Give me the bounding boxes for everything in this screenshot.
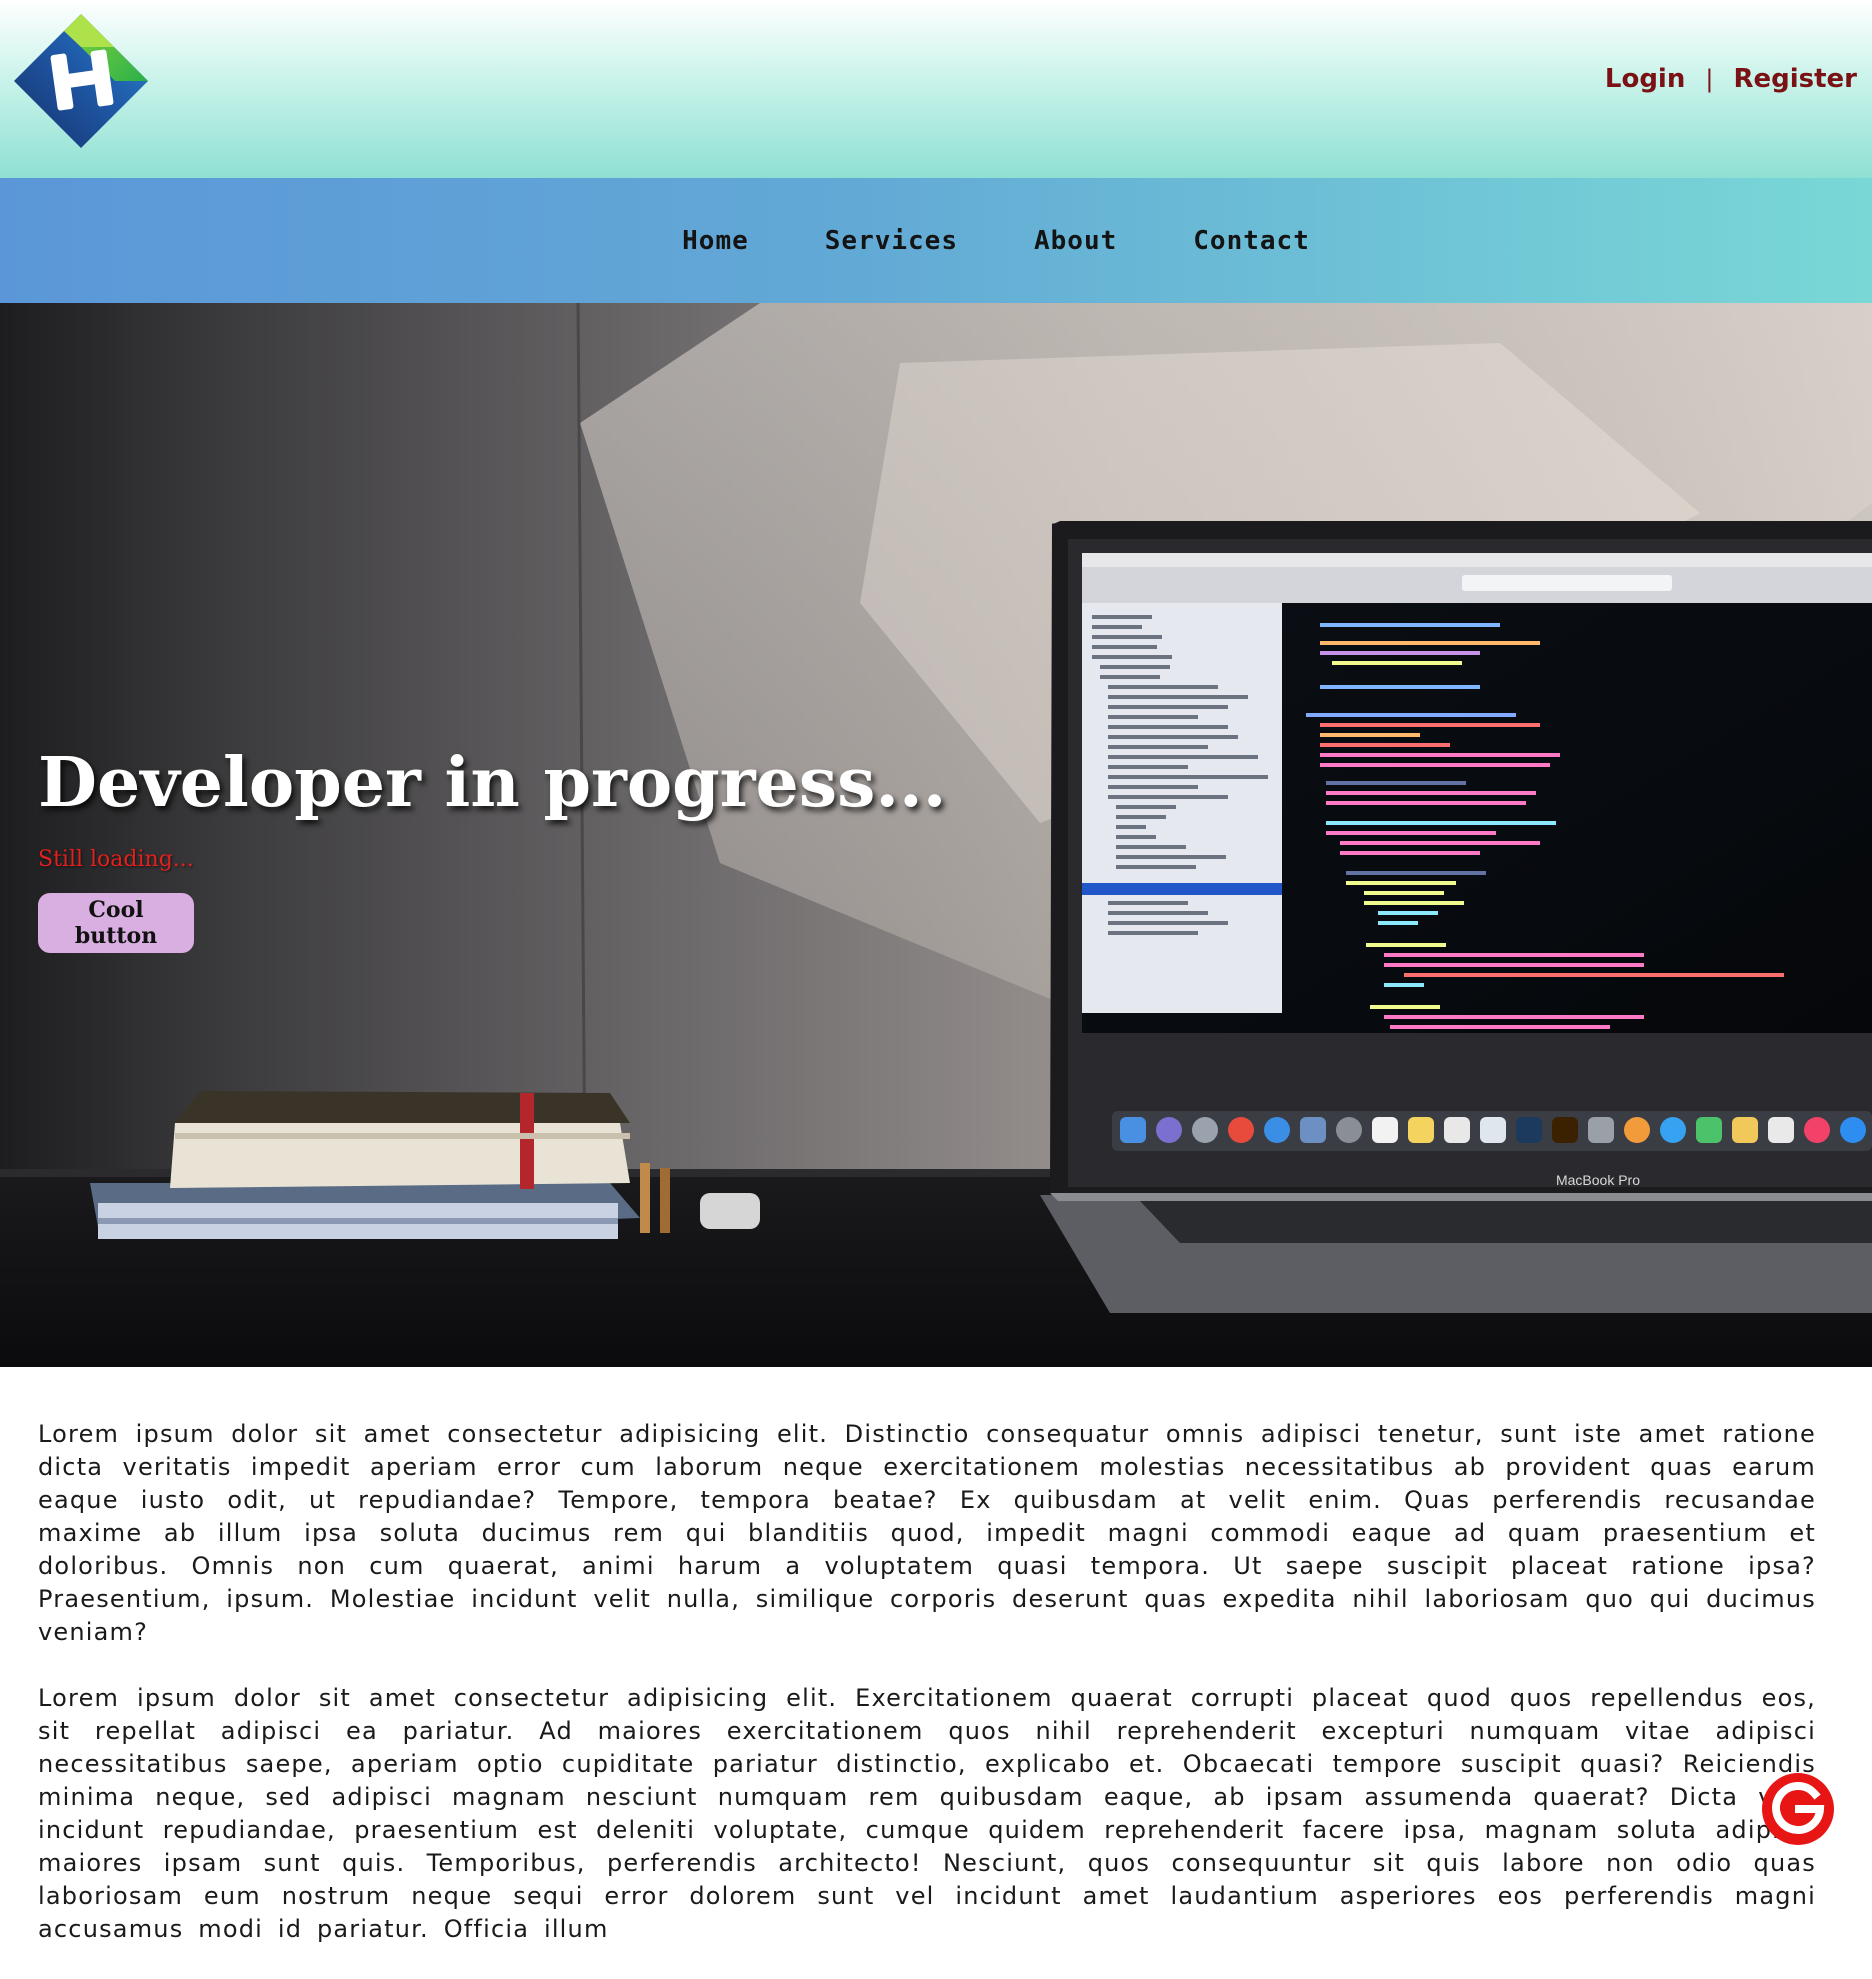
cool-button[interactable]: Cool button: [38, 893, 194, 953]
main-content: Lorem ipsum dolor sit amet consectetur a…: [38, 1418, 1816, 1979]
auth-links: Login | Register: [1605, 64, 1857, 94]
g-badge-icon: [1772, 1782, 1825, 1834]
logo-icon: [14, 14, 148, 148]
laptop-brand-label: MacBook Pro: [1556, 1172, 1640, 1188]
content-paragraph: Lorem ipsum dolor sit amet consectetur a…: [38, 1420, 1816, 1646]
hero-subtitle: Still loading...: [38, 847, 194, 872]
content-paragraph: Lorem ipsum dolor sit amet consectetur a…: [38, 1684, 1816, 1943]
nav-item-services[interactable]: Services: [825, 226, 958, 256]
top-header: Login | Register: [0, 0, 1872, 178]
nav-item-contact[interactable]: Contact: [1193, 226, 1310, 256]
hero-title: Developer in progress...: [38, 743, 947, 823]
site-logo[interactable]: [14, 14, 148, 148]
main-nav: Home Services About Contact: [0, 178, 1872, 303]
nav-item-home[interactable]: Home: [682, 226, 749, 256]
nav-item-about[interactable]: About: [1034, 226, 1117, 256]
login-link[interactable]: Login: [1605, 64, 1685, 94]
register-link[interactable]: Register: [1733, 64, 1857, 94]
hero-background-image: MacBook Pro: [0, 303, 1872, 1367]
g-badge-button[interactable]: [1762, 1773, 1834, 1845]
laptop-illustration: MacBook Pro: [1040, 521, 1872, 1313]
nav-items: Home Services About Contact: [0, 178, 1872, 303]
hero-section: MacBook Pro Developer in progress... Sti…: [0, 303, 1872, 1367]
auth-separator: |: [1705, 65, 1714, 93]
